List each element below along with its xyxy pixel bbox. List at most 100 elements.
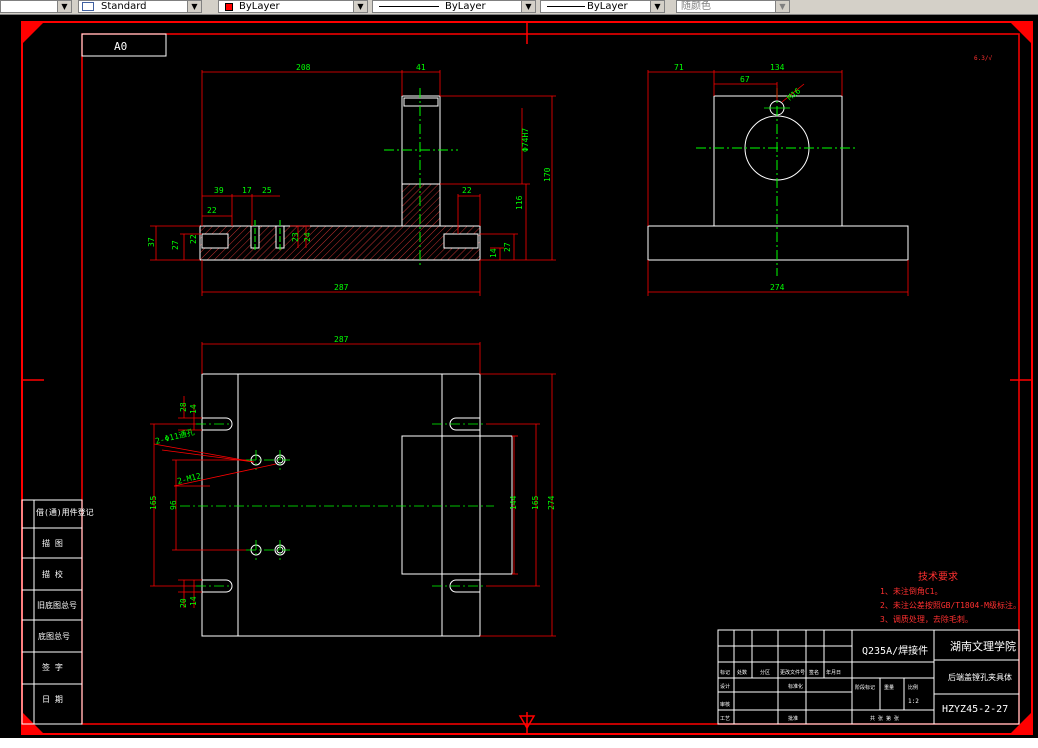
approve-label: 批准 bbox=[788, 715, 798, 722]
side-view-dimensions bbox=[647, 70, 909, 296]
side-label-5: 签 字 bbox=[42, 662, 63, 672]
chevron-down-icon[interactable]: ▼ bbox=[521, 1, 535, 12]
dim-39: 39 bbox=[214, 186, 224, 195]
color-swatch-icon bbox=[225, 3, 233, 11]
chevron-down-icon[interactable]: ▼ bbox=[353, 1, 367, 12]
front-view bbox=[199, 88, 481, 266]
col-sign: 签名 bbox=[809, 669, 819, 676]
sheets-label: 共 张 第 张 bbox=[870, 715, 899, 722]
dim-14: 14 bbox=[489, 248, 498, 258]
dim-170: 170 bbox=[543, 167, 552, 182]
chevron-down-icon[interactable]: ▼ bbox=[775, 1, 789, 12]
side-view bbox=[647, 88, 909, 276]
dim-22b: 22 bbox=[462, 186, 472, 195]
dim-14a: 14 bbox=[189, 404, 198, 414]
plot-style-dropdown[interactable]: 随颜色 ▼ bbox=[676, 0, 790, 13]
dim-27b: 27 bbox=[503, 242, 512, 252]
dim-67: 67 bbox=[740, 75, 750, 84]
col-mark: 标记 bbox=[720, 669, 730, 676]
dim-22c: 22 bbox=[189, 234, 198, 244]
chevron-down-icon[interactable]: ▼ bbox=[650, 1, 664, 12]
plot-style-value: 随颜色 bbox=[681, 1, 711, 12]
weight-label: 重量 bbox=[884, 684, 894, 691]
dim-274-side: 274 bbox=[770, 283, 785, 292]
dim-24: 24 bbox=[303, 232, 312, 242]
dim-m16: M16 bbox=[785, 86, 802, 102]
part-name: 后端盖镗孔夹具体 bbox=[948, 672, 1012, 682]
bottom-strip bbox=[0, 738, 1038, 748]
layer-color-dropdown[interactable]: ByLayer ▼ bbox=[218, 0, 368, 13]
lineweight-value: ByLayer bbox=[587, 1, 628, 12]
craft-label: 工艺 bbox=[720, 716, 730, 722]
side-label-0: 借(通)用件登记 bbox=[36, 507, 94, 517]
col-zone: 分区 bbox=[760, 669, 770, 676]
dim-208: 208 bbox=[296, 63, 311, 72]
dim-phi74: Φ74H7 bbox=[521, 128, 530, 152]
dim-23: 23 bbox=[291, 232, 300, 242]
dim-14b: 14 bbox=[189, 596, 198, 606]
side-table-labels: 借(通)用件登记 描 图 描 校 旧底图总号 底图总号 签 字 日 期 bbox=[36, 507, 94, 704]
dim-144: 144 bbox=[509, 495, 518, 510]
dim-28: 28 bbox=[179, 402, 188, 412]
plan-view-dim-text: 287 28 14 20 14 2-Φ11通孔 2-M12 165 96 144… bbox=[149, 335, 556, 608]
dim-287-front: 287 bbox=[334, 283, 349, 292]
lineweight-dropdown[interactable]: ByLayer ▼ bbox=[540, 0, 665, 13]
dim-41: 41 bbox=[416, 63, 426, 72]
tech-req-item-3: 3、调质处理，去除毛刺。 bbox=[880, 614, 973, 624]
linetype-dropdown[interactable]: ByLayer ▼ bbox=[372, 0, 536, 13]
properties-toolbar: ▼ Standard ▼ ByLayer ▼ ByLayer ▼ ByLayer… bbox=[0, 0, 1038, 15]
tech-req-item-1: 1、未注倒角C1。 bbox=[880, 586, 942, 596]
side-view-dim-text: 71 134 67 M16 274 bbox=[674, 63, 802, 292]
chevron-down-icon[interactable]: ▼ bbox=[187, 1, 201, 12]
scale-value: 1:2 bbox=[908, 698, 919, 705]
review-label: 审核 bbox=[720, 701, 730, 708]
dim-165a: 165 bbox=[149, 495, 158, 510]
dim-116: 116 bbox=[515, 195, 524, 210]
holes-through-label: 2-Φ11通孔 bbox=[154, 427, 195, 446]
dim-134: 134 bbox=[770, 63, 785, 72]
chevron-down-icon[interactable]: ▼ bbox=[57, 1, 71, 12]
ratio-label: 比例 bbox=[908, 684, 918, 691]
linetype-sample-icon bbox=[379, 6, 439, 7]
dim-22a: 22 bbox=[207, 206, 217, 215]
text-style-value: Standard bbox=[101, 1, 147, 12]
drawing-number: HZYZ45-2-27 bbox=[942, 704, 1008, 715]
plan-view bbox=[201, 373, 513, 637]
layer-color-value: ByLayer bbox=[239, 1, 280, 12]
left-partial-dropdown[interactable]: ▼ bbox=[0, 0, 72, 13]
plan-view-centerlines bbox=[180, 423, 494, 587]
dim-274-plan: 274 bbox=[547, 495, 556, 510]
side-label-4: 底图总号 bbox=[38, 631, 70, 641]
material-label: Q235A/焊接件 bbox=[862, 644, 928, 657]
dim-20: 20 bbox=[179, 598, 188, 608]
col-change-doc: 更改文件号 bbox=[780, 669, 805, 676]
side-label-3: 旧底图总号 bbox=[37, 600, 77, 610]
side-label-2: 描 校 bbox=[42, 569, 63, 579]
dim-287-plan: 287 bbox=[334, 335, 349, 344]
lineweight-sample-icon bbox=[547, 6, 585, 7]
sheet-size-label: A0 bbox=[114, 40, 127, 53]
tech-requirements: 技术要求 1、未注倒角C1。 2、未注公差按照GB/T1804-M级标注。 3、… bbox=[880, 570, 1021, 624]
dim-96: 96 bbox=[169, 500, 178, 510]
linetype-value: ByLayer bbox=[445, 1, 486, 12]
dim-17: 17 bbox=[242, 186, 252, 195]
holes-thread-label: 2-M12 bbox=[176, 471, 202, 486]
dim-165b: 165 bbox=[531, 495, 540, 510]
side-label-1: 描 图 bbox=[42, 538, 63, 548]
dim-37: 37 bbox=[147, 237, 156, 247]
text-style-dropdown[interactable]: Standard ▼ bbox=[78, 0, 202, 13]
dim-27a: 27 bbox=[171, 240, 180, 250]
side-label-6: 日 期 bbox=[42, 695, 63, 704]
front-view-dimensions bbox=[150, 70, 556, 296]
col-count: 处数 bbox=[737, 669, 747, 676]
standard-label: 标准化 bbox=[788, 683, 803, 690]
text-style-icon bbox=[82, 2, 94, 11]
school-name: 湖南文理学院 bbox=[950, 639, 1016, 653]
col-date: 年月日 bbox=[826, 669, 841, 676]
roughness-note: 6.3/√ bbox=[974, 55, 992, 62]
stage-label: 阶段标记 bbox=[855, 684, 875, 691]
drawing-canvas[interactable]: A0 6.3/√ 借(通)用件登记 描 图 描 校 旧底图总号 底图总号 签 字… bbox=[0, 14, 1038, 748]
tech-req-item-2: 2、未注公差按照GB/T1804-M级标注。 bbox=[880, 600, 1021, 610]
dim-25: 25 bbox=[262, 186, 272, 195]
dim-71: 71 bbox=[674, 63, 684, 72]
